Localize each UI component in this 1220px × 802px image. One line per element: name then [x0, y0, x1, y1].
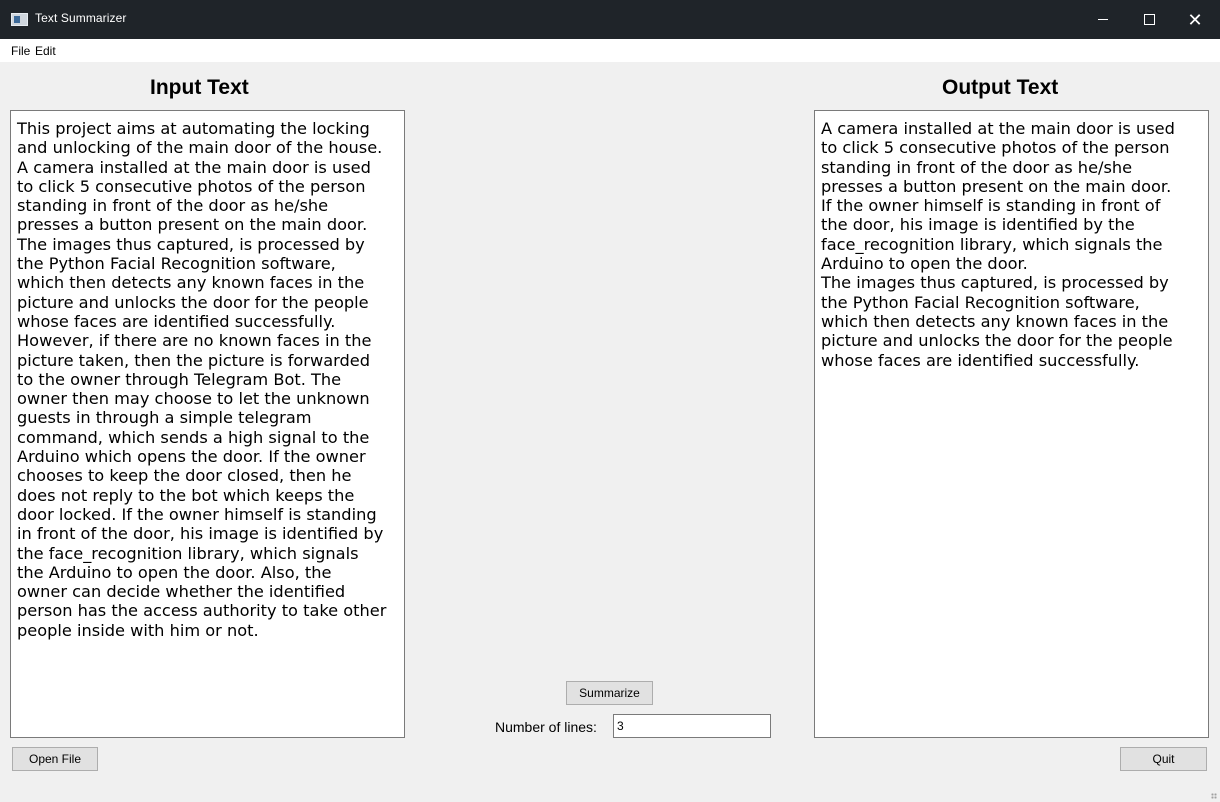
minimize-button[interactable]: [1080, 0, 1126, 39]
menu-file[interactable]: File: [11, 44, 30, 58]
quit-button[interactable]: Quit: [1120, 747, 1207, 771]
minimize-icon: [1098, 19, 1108, 20]
output-heading: Output Text: [942, 76, 1059, 99]
menu-bar: File Edit: [0, 39, 1220, 62]
input-text-area[interactable]: This project aims at automating the lock…: [10, 110, 405, 738]
open-file-button[interactable]: Open File: [12, 747, 98, 771]
input-heading: Input Text: [150, 76, 249, 99]
number-of-lines-label: Number of lines:: [495, 719, 597, 735]
menu-edit[interactable]: Edit: [35, 44, 56, 58]
output-text-area[interactable]: A camera installed at the main door is u…: [814, 110, 1209, 738]
app-icon: [11, 13, 28, 26]
maximize-icon: [1143, 14, 1155, 25]
title-bar: Text Summarizer ✕: [0, 0, 1220, 39]
close-button[interactable]: ✕: [1172, 0, 1218, 39]
close-icon: ✕: [1187, 9, 1203, 30]
window-title: Text Summarizer: [35, 11, 127, 25]
resize-grip-icon[interactable]: [1211, 793, 1217, 799]
number-of-lines-input[interactable]: [613, 714, 771, 738]
maximize-button[interactable]: [1126, 0, 1172, 39]
summarize-button[interactable]: Summarize: [566, 681, 653, 705]
